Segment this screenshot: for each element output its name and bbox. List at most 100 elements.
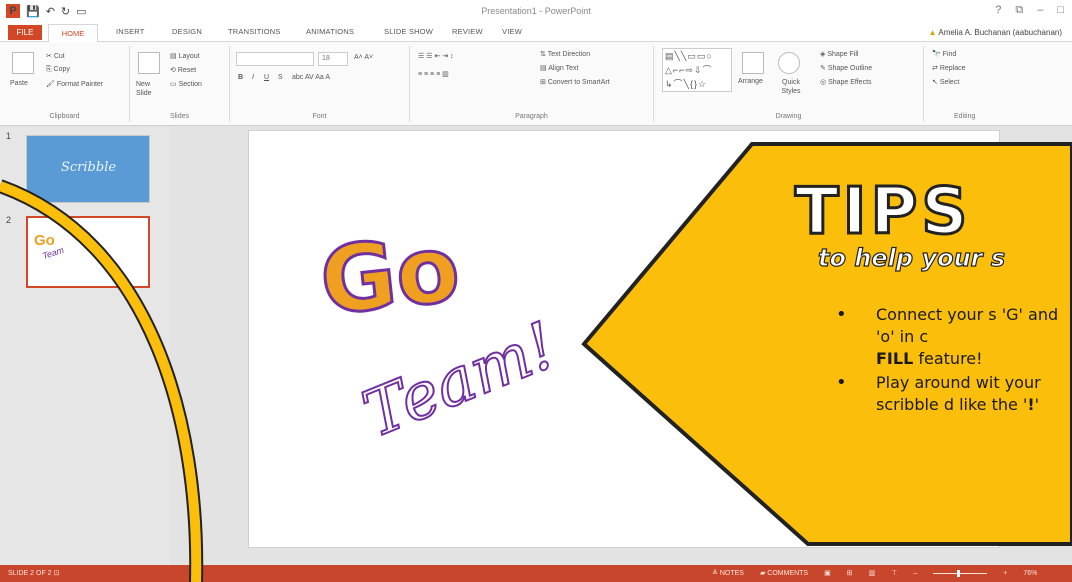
- reset-icon: ⟲: [170, 67, 178, 74]
- arrange-icon[interactable]: [742, 52, 764, 74]
- cut-button[interactable]: ✂ Cut: [46, 52, 65, 60]
- layout-icon: ▤: [170, 53, 179, 60]
- help-icon[interactable]: ?: [995, 4, 1001, 17]
- paragraph-group: ☰ ☰ ⇤ ⇥ ↕ ≡ ≡ ≡ ≡ ▥ ⇅ Text Direction ▤ A…: [410, 46, 654, 122]
- group-label-slides: Slides: [169, 113, 190, 120]
- copy-icon: ⎘: [46, 66, 54, 73]
- scribble-go: Go: [315, 215, 464, 336]
- thumbnail-go-text: Go: [34, 232, 55, 249]
- italic-button[interactable]: I: [252, 74, 254, 81]
- align-icon[interactable]: ≡ ≡ ≡ ≡ ▥: [418, 70, 449, 78]
- font-group: 18 A˄ A˅ B I U S abc AV Aa A Font: [230, 46, 410, 122]
- font-name-input[interactable]: [236, 52, 314, 66]
- zoom-slider-thumb[interactable]: [957, 569, 961, 577]
- grow-font-icon[interactable]: A˄ A˅: [354, 54, 373, 61]
- tip-item: Connect your s 'G' and 'o' in cFILL feat…: [836, 304, 1066, 370]
- shapes-gallery[interactable]: ▤╲╲▭▭○ △⌐⌐⇨⇩⌒ ↳⌒╲{}☆: [662, 48, 732, 92]
- select-button[interactable]: ↖ Select: [932, 78, 959, 86]
- group-label-editing: Editing: [954, 113, 976, 120]
- zoom-out-icon[interactable]: –: [913, 570, 917, 577]
- new-slide-button[interactable]: New Slide: [136, 80, 162, 98]
- scribble-team: Team!: [353, 309, 566, 453]
- tip-item: Play around wit your scribble d like the…: [836, 372, 1066, 416]
- quick-styles-icon[interactable]: [778, 52, 800, 74]
- format-painter-button[interactable]: 🖌 Format Painter: [46, 80, 103, 88]
- shape-effects-button[interactable]: ◎ Shape Effects: [820, 78, 872, 86]
- cursor-icon: ↖: [932, 79, 940, 86]
- maximize-icon[interactable]: □: [1057, 4, 1064, 17]
- status-bar: SLIDE 2 OF 2 ⊡ ≜ NOTES ▰ COMMENTS ▣ ⊞ ▥ …: [0, 565, 1072, 582]
- status-controls: ≜ NOTES ▰ COMMENTS ▣ ⊞ ▥ ⊤ – + 76%: [712, 569, 1037, 577]
- reading-view-icon[interactable]: ▥: [869, 569, 876, 577]
- effects-icon: ◎: [820, 79, 829, 86]
- brush-icon: 🖌: [46, 81, 57, 88]
- user-name: Amelia A. Buchanan (aabuchanan): [938, 28, 1062, 37]
- group-label-paragraph: Paragraph: [515, 113, 548, 120]
- layout-button[interactable]: ▤ Layout: [170, 52, 200, 60]
- slide-thumbnail-2[interactable]: Go Team: [26, 216, 150, 288]
- drawing-group: ▤╲╲▭▭○ △⌐⌐⇨⇩⌒ ↳⌒╲{}☆ Arrange Quick Styles …: [654, 46, 924, 122]
- text-direction-button[interactable]: ⇅ Text Direction: [540, 50, 590, 58]
- user-account[interactable]: ▲ Amelia A. Buchanan (aabuchanan): [929, 28, 1062, 37]
- tab-home[interactable]: HOME: [48, 24, 98, 43]
- find-button[interactable]: 🔭 Find: [932, 50, 956, 58]
- notes-button[interactable]: ≜ NOTES: [712, 569, 744, 577]
- section-icon: ▭: [170, 81, 179, 88]
- binoculars-icon: 🔭: [932, 51, 943, 58]
- thumbnail-number: 2: [6, 215, 12, 225]
- tips-list: Connect your s 'G' and 'o' in cFILL feat…: [836, 304, 1066, 418]
- shape-outline-button[interactable]: ✎ Shape Outline: [820, 64, 872, 72]
- tips-subtitle: to help your s: [817, 243, 1006, 272]
- tips-title: TIPS: [793, 175, 972, 249]
- window-title: Presentation1 - PowerPoint: [481, 6, 591, 16]
- group-label-clipboard: Clipboard: [49, 113, 80, 120]
- spellcheck-icon[interactable]: ⊡: [54, 570, 60, 577]
- title-bar: P 💾 ↶ ↻ ▭ Presentation1 - PowerPoint ? ⧉…: [0, 0, 1072, 24]
- reset-button[interactable]: ⟲ Reset: [170, 66, 196, 74]
- align-text-button[interactable]: ▤ Align Text: [540, 64, 578, 72]
- bullets-icon[interactable]: ☰ ☰ ⇤ ⇥ ↕: [418, 52, 454, 60]
- tab-review[interactable]: REVIEW: [452, 27, 483, 36]
- zoom-in-icon[interactable]: +: [1003, 570, 1007, 577]
- section-button[interactable]: ▭ Section: [170, 80, 202, 88]
- tab-slideshow[interactable]: SLIDE SHOW: [384, 27, 433, 36]
- ribbon-tabs: FILE HOME INSERT DESIGN TRANSITIONS ANIM…: [0, 24, 1072, 43]
- shape-fill-button[interactable]: ◈ Shape Fill: [820, 50, 858, 58]
- tab-transitions[interactable]: TRANSITIONS: [228, 27, 281, 36]
- new-slide-icon[interactable]: [138, 52, 160, 74]
- slideshow-icon[interactable]: ⊤: [891, 569, 897, 577]
- zoom-level[interactable]: 76%: [1023, 570, 1037, 577]
- quick-styles-button[interactable]: Quick Styles: [774, 78, 808, 96]
- zoom-slider[interactable]: [933, 569, 988, 577]
- smartart-icon: ⊞: [540, 79, 548, 86]
- notes-icon: ≜: [712, 570, 720, 577]
- bold-button[interactable]: B: [238, 74, 243, 81]
- thumbnail-text: Scribble: [61, 160, 117, 175]
- font-size-input[interactable]: 18: [318, 52, 348, 66]
- arrange-button[interactable]: Arrange: [738, 78, 763, 85]
- window-controls: ? ⧉ – □: [995, 4, 1064, 17]
- paste-icon[interactable]: [12, 52, 34, 74]
- slide-thumbnail-1[interactable]: Scribble: [26, 135, 150, 203]
- paste-button[interactable]: Paste: [10, 80, 28, 87]
- ribbon-display-icon[interactable]: ⧉: [1015, 4, 1023, 17]
- tab-view[interactable]: VIEW: [502, 27, 522, 36]
- font-extras-icon[interactable]: abc AV Aa A: [292, 74, 330, 81]
- underline-button[interactable]: U: [264, 74, 269, 81]
- replace-button[interactable]: ⇄ Replace: [932, 64, 966, 72]
- comments-button[interactable]: ▰ COMMENTS: [760, 569, 808, 577]
- tab-insert[interactable]: INSERT: [116, 27, 145, 36]
- convert-smartart-button[interactable]: ⊞ Convert to SmartArt: [540, 78, 610, 86]
- normal-view-icon[interactable]: ▣: [824, 569, 831, 577]
- tab-animations[interactable]: ANIMATIONS: [306, 27, 354, 36]
- tab-design[interactable]: DESIGN: [172, 27, 202, 36]
- warning-icon: ▲: [928, 28, 937, 37]
- clipboard-group: Paste ✂ Cut ⎘ Copy 🖌 Format Painter Clip…: [0, 46, 130, 122]
- pen-icon: ✎: [820, 65, 828, 72]
- copy-button[interactable]: ⎘ Copy: [46, 66, 70, 74]
- slide-sorter-icon[interactable]: ⊞: [847, 569, 853, 577]
- strikethrough-button[interactable]: S: [278, 74, 283, 81]
- replace-icon: ⇄: [932, 65, 940, 72]
- tab-file[interactable]: FILE: [8, 25, 42, 40]
- minimize-icon[interactable]: –: [1037, 4, 1043, 17]
